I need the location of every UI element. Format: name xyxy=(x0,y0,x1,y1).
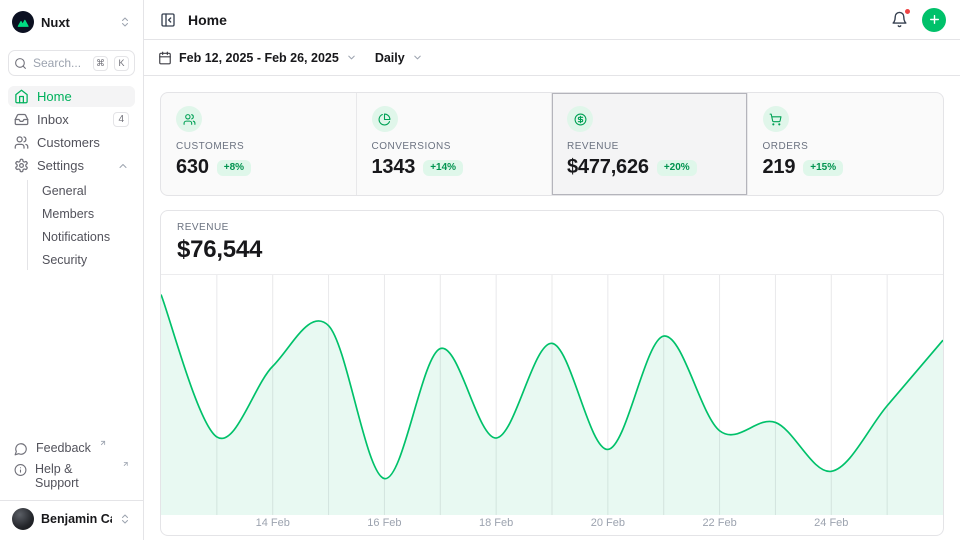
x-axis-label: 18 Feb xyxy=(479,517,513,529)
sidebar-item-label: Inbox xyxy=(37,112,105,127)
x-axis-label: 22 Feb xyxy=(702,517,736,529)
sidebar-nav: Home Inbox 4 Customers Settings General … xyxy=(8,86,135,270)
sidebar: Nuxt Search... ⌘ K Home Inbox 4 Customer… xyxy=(0,0,144,540)
stat-delta-badge: +20% xyxy=(657,160,697,176)
sidebar-item-notifications[interactable]: Notifications xyxy=(38,226,135,247)
chart-total-value: $76,544 xyxy=(177,236,927,264)
pie-chart-icon xyxy=(372,106,398,132)
content: CUSTOMERS 630 +8% CONVERSIONS 1343 +14% xyxy=(144,76,960,540)
chevron-up-icon xyxy=(117,160,129,172)
stat-value: $477,626 xyxy=(567,156,649,179)
settings-submenu: General Members Notifications Security xyxy=(27,180,135,270)
help-support-link[interactable]: Help & Support xyxy=(8,459,135,493)
sidebar-item-inbox[interactable]: Inbox 4 xyxy=(8,109,135,130)
chevrons-up-down-icon xyxy=(119,16,131,28)
kbd-cmd: ⌘ xyxy=(93,56,108,71)
plus-icon xyxy=(928,13,941,26)
home-icon xyxy=(14,89,29,104)
x-axis-label: 16 Feb xyxy=(367,517,401,529)
feedback-label: Feedback xyxy=(36,441,91,455)
sidebar-item-customers[interactable]: Customers xyxy=(8,132,135,153)
stat-value: 219 xyxy=(763,156,796,179)
shopping-cart-icon xyxy=(763,106,789,132)
revenue-chart-card: REVENUE $76,544 14 Feb 16 Feb 18 Feb 20 Feb… xyxy=(160,210,944,536)
sidebar-item-members[interactable]: Members xyxy=(38,203,135,224)
avatar xyxy=(12,508,34,530)
sidebar-item-home[interactable]: Home xyxy=(8,86,135,107)
stat-delta-badge: +15% xyxy=(803,160,843,176)
stat-value: 630 xyxy=(176,156,209,179)
stat-card-revenue[interactable]: REVENUE $477,626 +20% xyxy=(552,93,748,195)
add-button[interactable] xyxy=(922,8,946,32)
sidebar-item-settings[interactable]: Settings xyxy=(8,155,135,176)
stat-label: CUSTOMERS xyxy=(176,141,341,152)
user-menu[interactable]: Benjamin Canac xyxy=(8,501,135,532)
user-name: Benjamin Canac xyxy=(41,512,112,526)
team-switcher[interactable]: Nuxt xyxy=(8,8,135,36)
stat-delta-badge: +8% xyxy=(217,160,251,176)
search-input[interactable]: Search... ⌘ K xyxy=(8,50,135,76)
date-range-picker[interactable]: Feb 12, 2025 - Feb 26, 2025 xyxy=(158,51,357,65)
calendar-icon xyxy=(158,51,172,65)
search-placeholder: Search... xyxy=(33,56,87,70)
inbox-icon xyxy=(14,112,29,127)
sidebar-item-general[interactable]: General xyxy=(38,180,135,201)
chart-x-axis: 14 Feb 16 Feb 18 Feb 20 Feb 22 Feb 24 Feb xyxy=(161,515,943,535)
notification-dot xyxy=(904,8,911,15)
granularity-value: Daily xyxy=(375,51,405,65)
granularity-select[interactable]: Daily xyxy=(375,51,423,65)
filters-toolbar: Feb 12, 2025 - Feb 26, 2025 Daily xyxy=(144,40,960,76)
message-circle-icon xyxy=(14,442,28,456)
external-link-icon xyxy=(122,460,129,468)
stat-card-customers[interactable]: CUSTOMERS 630 +8% xyxy=(161,93,357,195)
stat-card-orders[interactable]: ORDERS 219 +15% xyxy=(748,93,944,195)
stat-delta-badge: +14% xyxy=(423,160,463,176)
circle-dollar-icon xyxy=(567,106,593,132)
stat-label: ORDERS xyxy=(763,141,929,152)
gear-icon xyxy=(14,158,29,173)
users-icon xyxy=(14,135,29,150)
chart-header: REVENUE $76,544 xyxy=(161,211,943,275)
sidebar-item-label: Home xyxy=(37,89,129,104)
sidebar-item-label: Settings xyxy=(37,158,109,173)
x-axis-label: 24 Feb xyxy=(814,517,848,529)
search-icon xyxy=(14,57,27,70)
stat-value: 1343 xyxy=(372,156,416,179)
x-axis-label: 14 Feb xyxy=(256,517,290,529)
help-support-label: Help & Support xyxy=(35,462,114,490)
kbd-k: K xyxy=(114,56,129,71)
team-name: Nuxt xyxy=(41,15,112,30)
date-range-value: Feb 12, 2025 - Feb 26, 2025 xyxy=(179,51,339,65)
revenue-area-chart[interactable] xyxy=(161,275,943,515)
panel-left-close-icon xyxy=(160,12,176,28)
header-actions xyxy=(889,8,946,32)
inbox-count-badge: 4 xyxy=(113,112,129,127)
feedback-link[interactable]: Feedback xyxy=(8,438,135,459)
chart-kicker: REVENUE xyxy=(177,222,927,233)
stats-row: CUSTOMERS 630 +8% CONVERSIONS 1343 +14% xyxy=(160,92,944,196)
sidebar-collapse-button[interactable] xyxy=(158,10,178,30)
stat-card-conversions[interactable]: CONVERSIONS 1343 +14% xyxy=(357,93,553,195)
notifications-button[interactable] xyxy=(889,9,910,30)
nuxt-logo-icon xyxy=(12,11,34,33)
chevrons-up-down-icon xyxy=(119,513,131,525)
stat-label: REVENUE xyxy=(567,141,732,152)
page-title: Home xyxy=(188,12,227,28)
info-circle-icon xyxy=(14,463,27,477)
sidebar-item-security[interactable]: Security xyxy=(38,249,135,270)
page-header: Home xyxy=(144,0,960,40)
chevron-down-icon xyxy=(346,52,357,63)
users-icon xyxy=(176,106,202,132)
stat-label: CONVERSIONS xyxy=(372,141,537,152)
sidebar-item-label: Customers xyxy=(37,135,129,150)
x-axis-label: 20 Feb xyxy=(591,517,625,529)
app-window: Nuxt Search... ⌘ K Home Inbox 4 Customer… xyxy=(0,0,960,540)
main-panel: Home Feb 12, 2025 - Feb 26, 2025 Daily xyxy=(144,0,960,540)
external-link-icon xyxy=(99,439,107,447)
chevron-down-icon xyxy=(412,52,423,63)
sidebar-spacer xyxy=(8,270,135,438)
